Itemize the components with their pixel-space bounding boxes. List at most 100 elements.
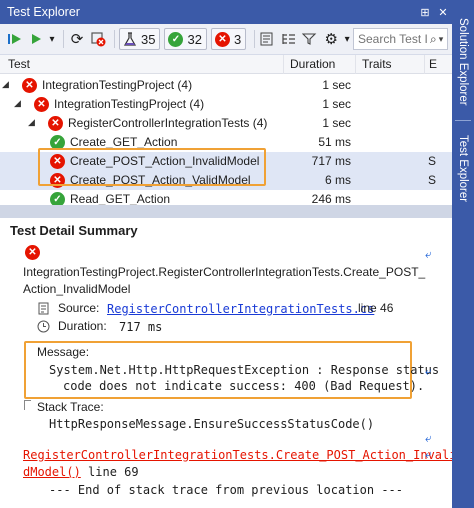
stack-end-marker: --- End of stack trace from previous loc… <box>49 483 404 497</box>
search-input[interactable] <box>358 32 428 46</box>
group-by-icon[interactable] <box>280 28 298 50</box>
settings-icon[interactable]: ⚙ <box>322 28 340 50</box>
source-line: line 46 <box>358 301 394 315</box>
expand-arrow-icon[interactable]: ◢ <box>14 98 21 109</box>
search-box[interactable]: ⌕ ▾ <box>353 28 448 50</box>
stack-trace-label: Stack Trace: <box>37 400 104 414</box>
test-detail-summary: Test Detail Summary ✕ ⤶ IntegrationTesti… <box>0 218 456 508</box>
test-list-grid: Test Duration Traits E ◢ ✕ IntegrationTest… <box>0 55 452 207</box>
search-icon[interactable]: ⌕ <box>430 32 437 47</box>
toolbar-separator <box>254 30 256 48</box>
test-duration: 6 ms <box>324 173 351 187</box>
test-explorer-tab[interactable]: Test Explorer <box>452 124 474 214</box>
test-error-cell: S <box>428 173 437 187</box>
failed-icon: ✕ <box>48 116 63 131</box>
run-dropdown[interactable]: ▾ <box>48 28 56 50</box>
column-divider[interactable] <box>283 55 284 74</box>
copy-stack-icon[interactable]: ⤶ <box>425 431 432 446</box>
stack-line-number: line 69 <box>80 465 139 479</box>
run-all-button[interactable] <box>6 28 24 50</box>
passed-tests-count: 32 <box>187 31 202 47</box>
search-dropdown-icon[interactable]: ▾ <box>439 34 444 45</box>
failed-icon: ✕ <box>34 97 49 112</box>
source-label: Source: <box>58 301 100 315</box>
failed-tests-filter[interactable]: ✕ 3 <box>210 28 247 50</box>
playlist-icon[interactable] <box>259 28 277 50</box>
pin-icon[interactable]: ⊞ <box>416 6 434 19</box>
failed-tests-count: 3 <box>233 31 242 47</box>
column-divider[interactable] <box>424 55 425 74</box>
test-name: Create_GET_Action <box>70 135 178 149</box>
total-tests-filter[interactable]: 35 <box>119 28 161 50</box>
cancel-icon[interactable] <box>89 28 107 50</box>
toolbar-separator <box>114 30 115 48</box>
test-error-cell: S <box>428 154 437 168</box>
stack-source-link1[interactable]: RegisterControllerIntegrationTests.Creat… <box>23 448 456 462</box>
refresh-icon[interactable]: ⟳ <box>68 28 86 50</box>
close-icon[interactable]: ✕ <box>434 6 452 19</box>
test-duration: 1 sec <box>322 97 351 111</box>
test-name: IntegrationTestingProject (4) <box>54 97 205 111</box>
tree-row[interactable]: ◢ ✕ RegisterControllerIntegrationTests (4)… <box>0 114 452 133</box>
test-duration: 246 ms <box>311 192 351 206</box>
tree-row[interactable]: ◢ ✕ IntegrationTestingProject (4) 1 sec <box>0 76 452 95</box>
passed-tests-filter[interactable]: ✓ 32 <box>164 28 207 50</box>
column-e[interactable]: E <box>429 57 437 71</box>
detail-title: Test Detail Summary <box>10 223 138 238</box>
column-traits[interactable]: Traits <box>362 57 392 71</box>
total-tests-count: 35 <box>141 31 156 47</box>
run-icon <box>32 34 41 44</box>
test-name: IntegrationTestingProject (4) <box>42 78 193 92</box>
stack-line1: HttpResponseMessage.EnsureSuccessStatusC… <box>49 417 375 431</box>
stack-source-line2: dModel() line 69 <box>23 465 139 479</box>
run-all-icon <box>8 34 21 44</box>
test-explorer-window: Test Explorer ⊞ ✕ ▾ ⟳ 35 ✓ 32 ✕ 3 ⚙ ▾ Se… <box>0 0 474 508</box>
passed-icon: ✓ <box>168 31 184 47</box>
source-file-link[interactable]: RegisterControllerIntegrationTests.cs <box>107 302 374 316</box>
group-by-glyph <box>282 34 296 44</box>
copy-message-icon[interactable]: ⤶ <box>425 364 432 379</box>
copy-source-icon[interactable]: ⤶ <box>425 447 432 462</box>
source-icon <box>38 302 50 318</box>
tab-divider <box>455 120 471 121</box>
duration-label: Duration: <box>58 319 107 333</box>
playlist-glyph <box>260 32 273 46</box>
duration-clock-icon <box>37 320 50 336</box>
column-divider[interactable] <box>355 55 356 74</box>
title-bar: Test Explorer ⊞ ✕ <box>0 0 452 24</box>
toolbar-separator <box>63 30 64 48</box>
expand-arrow-icon[interactable]: ◢ <box>28 117 35 128</box>
flask-icon <box>123 31 137 46</box>
side-tab-strip: Solution Explorer Test Explorer <box>452 0 474 508</box>
filter-glyph <box>302 33 317 45</box>
failed-icon: ✕ <box>25 245 40 260</box>
stack-tree-line <box>24 400 31 410</box>
column-duration[interactable]: Duration <box>290 57 335 71</box>
column-test[interactable]: Test <box>8 57 30 71</box>
message-line1: System.Net.Http.HttpRequestException : R… <box>49 363 440 377</box>
stack-source-link2[interactable]: dModel() <box>23 465 81 479</box>
test-name: RegisterControllerIntegrationTests (4) <box>68 116 268 130</box>
grid-header: Test Duration Traits E <box>0 55 452 74</box>
test-full-name-line2: Action_InvalidModel <box>23 282 131 296</box>
test-duration: 1 sec <box>322 78 351 92</box>
copy-link-icon[interactable]: ⤶ <box>425 247 432 262</box>
pane-splitter[interactable] <box>0 205 452 218</box>
failed-icon: ✕ <box>214 31 230 47</box>
filter-icon[interactable] <box>301 28 319 50</box>
highlight-box <box>38 148 266 186</box>
settings-dropdown[interactable]: ▾ <box>343 28 351 50</box>
test-full-name-line1: IntegrationTestingProject.RegisterContro… <box>23 265 426 279</box>
test-duration: 717 ms <box>311 154 351 168</box>
solution-explorer-tab[interactable]: Solution Explorer <box>452 6 474 118</box>
message-label: Message: <box>37 345 90 359</box>
run-button[interactable] <box>27 28 45 50</box>
test-name: Read_GET_Action <box>70 192 171 206</box>
window-title: Test Explorer <box>7 5 80 19</box>
expand-arrow-icon[interactable]: ◢ <box>2 79 9 90</box>
test-duration: 51 ms <box>318 135 351 149</box>
tree-row[interactable]: ◢ ✕ IntegrationTestingProject (4) 1 sec <box>0 95 452 114</box>
duration-value: 717 ms <box>119 320 163 334</box>
failed-icon: ✕ <box>22 78 37 93</box>
message-line2: code does not indicate success: 400 (Bad… <box>63 379 425 393</box>
